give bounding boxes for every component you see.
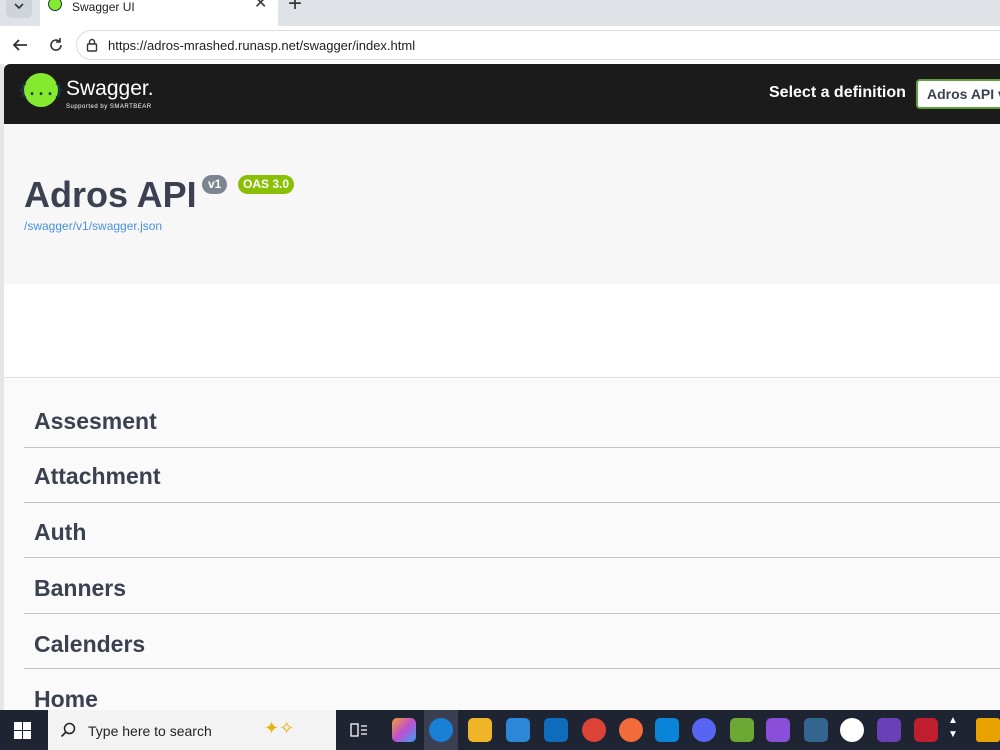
reload-icon [50, 38, 62, 51]
api-title: Adros API [24, 174, 197, 215]
new-tab-button[interactable]: + [288, 0, 302, 16]
swagger-json-link[interactable]: /swagger/v1/swagger.json [24, 219, 162, 233]
group-banners[interactable]: Banners [24, 559, 1000, 614]
definition-label: Select a definition [769, 84, 906, 101]
url-text[interactable]: https://adros-mrashed.runasp.net/swagger… [108, 38, 415, 53]
group-assesment[interactable]: Assesment [24, 393, 1000, 448]
reload-button[interactable] [44, 33, 68, 57]
group-title[interactable]: Auth [34, 519, 86, 546]
group-title[interactable]: Attachment [34, 463, 161, 490]
lock-icon[interactable] [85, 38, 99, 52]
windows-start-icon[interactable] [14, 722, 31, 739]
group-title[interactable]: Assesment [34, 408, 157, 435]
app-icon[interactable] [730, 718, 754, 742]
search-placeholder[interactable]: Type here to search [88, 723, 212, 739]
search-icon [60, 722, 76, 738]
edge-browser-icon[interactable] [429, 718, 453, 742]
back-arrow-icon [12, 39, 27, 51]
vscode-icon[interactable] [655, 718, 679, 742]
api-info: Adros API v1 OAS 3.0 /swagger/v1/swagger… [4, 124, 1000, 284]
group-calenders[interactable]: Calenders [24, 614, 1000, 669]
swagger-logo-text[interactable]: Swagger. [66, 77, 154, 101]
file-explorer-icon[interactable] [468, 718, 492, 742]
browser-toolbar: https://adros-mrashed.runasp.net/swagger… [0, 26, 1000, 64]
group-title[interactable]: Calenders [34, 631, 145, 658]
group-title[interactable]: Home [34, 686, 98, 710]
github-icon[interactable] [840, 718, 864, 742]
microsoft-store-icon[interactable] [506, 718, 530, 742]
taskbar-search[interactable]: Type here to search ✦✧ [48, 710, 336, 750]
tray-chevron-icon[interactable]: ▲ ▼ [948, 714, 958, 742]
operation-groups: Assesment Attachment Auth Banners Calend… [4, 379, 1000, 710]
filezilla-icon[interactable] [914, 718, 938, 742]
group-attachment[interactable]: Attachment [24, 448, 1000, 503]
oas-badge: OAS 3.0 [238, 175, 295, 194]
discord-icon[interactable] [692, 718, 716, 742]
visual-studio-icon[interactable] [766, 718, 790, 742]
swagger-logo-tagline: Supported by SMARTBEAR [66, 104, 152, 110]
back-button[interactable] [8, 33, 32, 57]
postgresql-icon[interactable] [804, 718, 828, 742]
postman-icon[interactable] [619, 718, 643, 742]
swagger-favicon-icon [48, 0, 62, 11]
sparkle-icon: ✦✧ [264, 718, 295, 738]
chrome-icon[interactable] [582, 718, 606, 742]
task-view-icon[interactable] [350, 722, 368, 738]
browser-tabstrip: Swagger UI ✕ + [0, 0, 1000, 26]
address-bar[interactable]: https://adros-mrashed.runasp.net/swagger… [76, 30, 1000, 60]
windows-taskbar: Type here to search ✦✧ ▲ ▼ [0, 710, 1000, 750]
browser-tab[interactable]: Swagger UI ✕ [40, 0, 278, 26]
notification-icon[interactable] [976, 718, 1000, 742]
tab-search-button[interactable] [6, 0, 32, 18]
definition-select[interactable]: Adros API v1 [916, 79, 1000, 109]
copilot-icon[interactable] [392, 718, 416, 742]
version-badge: v1 [202, 175, 228, 194]
tab-title: Swagger UI [72, 0, 135, 14]
group-auth[interactable]: Auth [24, 503, 1000, 558]
scheme-container [4, 284, 1000, 378]
visual-studio-2-icon[interactable] [877, 718, 901, 742]
group-home[interactable]: Home [24, 670, 1000, 710]
swagger-topbar: {...} Swagger. Supported by SMARTBEAR Se… [4, 64, 1000, 124]
group-title[interactable]: Banners [34, 575, 126, 602]
chevron-down-icon [14, 3, 24, 10]
swagger-logo-icon[interactable]: {...} [18, 73, 64, 107]
outlook-icon[interactable] [544, 718, 568, 742]
close-tab-icon[interactable]: ✕ [254, 0, 267, 12]
